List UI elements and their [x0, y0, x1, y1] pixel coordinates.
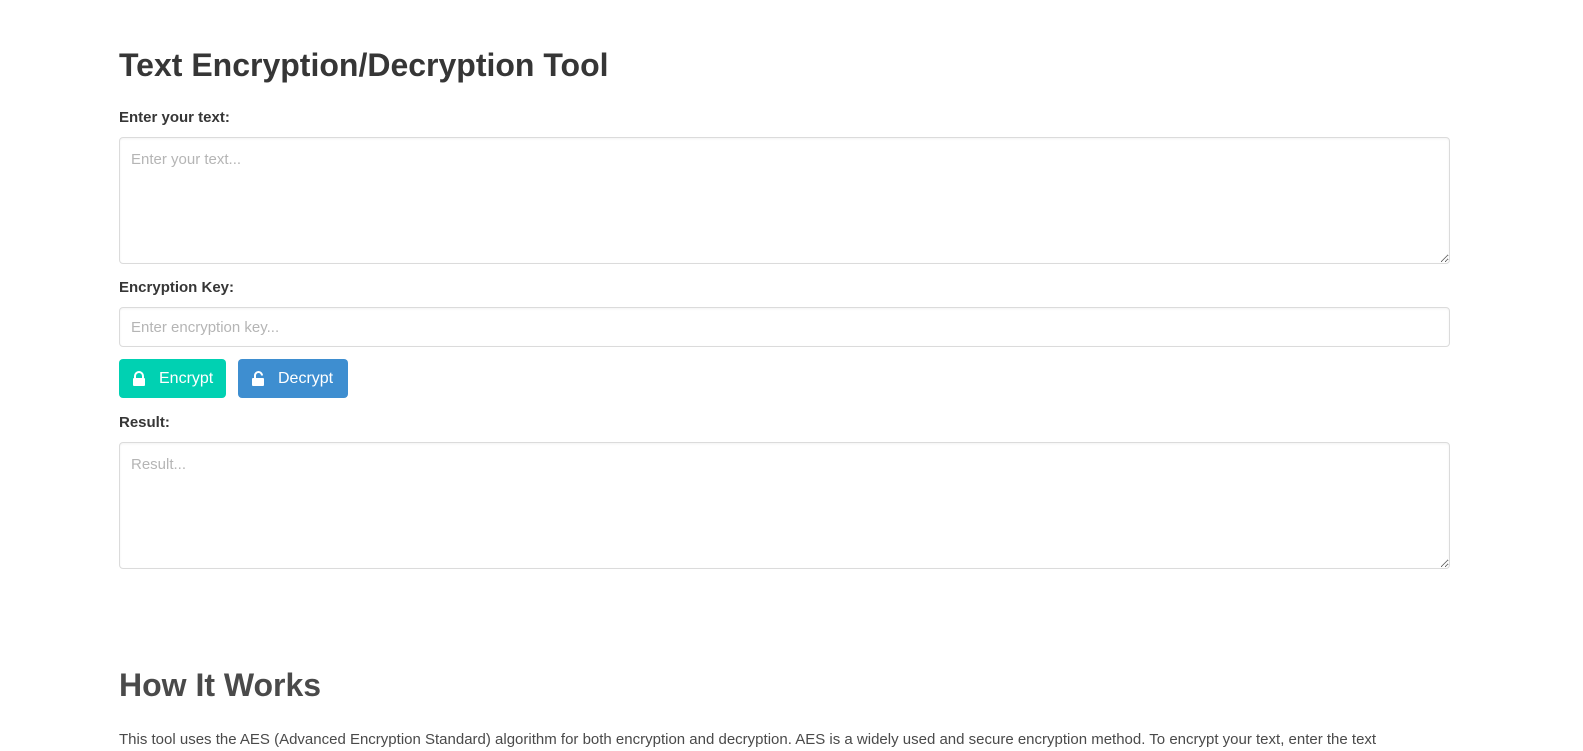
page-title: Text Encryption/Decryption Tool	[119, 47, 609, 83]
how-it-works-heading: How It Works	[119, 667, 322, 703]
result-label: Result:	[119, 414, 170, 431]
lock-icon	[131, 370, 147, 387]
decrypt-button[interactable]: Decrypt	[238, 359, 348, 398]
how-it-works-text: This tool uses the AES (Advanced Encrypt…	[119, 731, 1377, 748]
unlock-icon	[250, 370, 266, 387]
result-area[interactable]	[119, 442, 1450, 569]
encryption-key-label: Encryption Key:	[119, 279, 235, 296]
encryption-key-input[interactable]	[119, 307, 1450, 347]
text-input-area[interactable]	[119, 137, 1450, 264]
decrypt-button-label: Decrypt	[278, 369, 334, 387]
text-input-label: Enter your text:	[119, 109, 230, 126]
encrypt-button[interactable]: Encrypt	[119, 359, 226, 398]
encrypt-button-label: Encrypt	[159, 369, 214, 387]
